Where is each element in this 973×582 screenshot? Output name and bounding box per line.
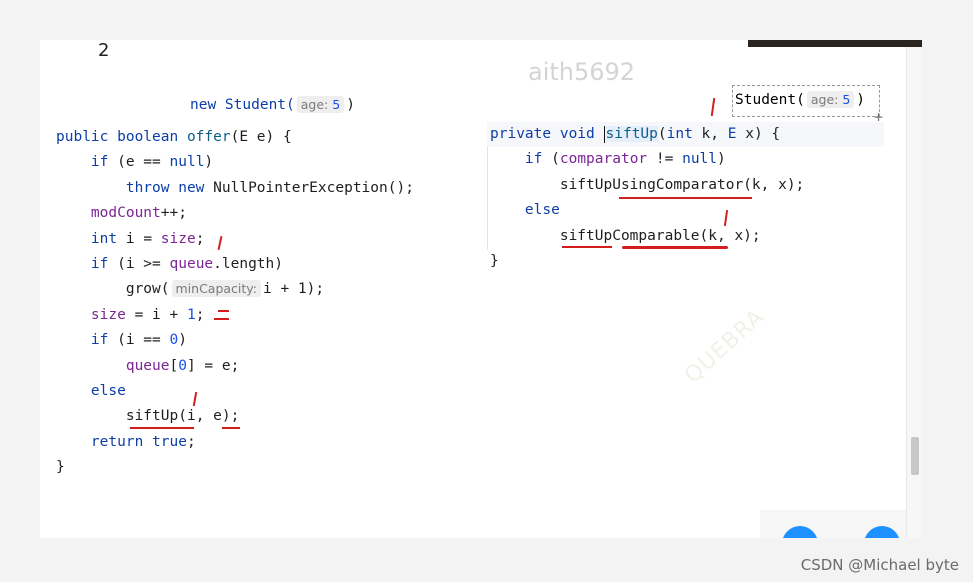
code-line: grow(minCapacity: i + 1); [125, 280, 325, 298]
code-line: else [90, 383, 126, 400]
text-caret [603, 125, 605, 143]
code-line: else [524, 202, 560, 219]
code-line: siftUpUsingComparator(k, x); [559, 176, 805, 193]
code-line: private void siftUp(int k, E x) { [490, 125, 781, 143]
footer-credit: CSDN @Michael byte [800, 556, 959, 574]
code-line: throw new NullPointerException(); [125, 179, 414, 196]
student-hint-popup: Student(age: 5) [732, 85, 880, 117]
scroll-thumb[interactable] [911, 437, 919, 475]
code-line: if (comparator != null) [524, 151, 726, 168]
code-line: } [490, 253, 499, 270]
param-hint: age: 5 [296, 96, 345, 113]
annotation-underline-siftup-r [562, 246, 612, 248]
student-call-top: new Student(age: 5) [190, 93, 355, 118]
annotation-underline-e [222, 427, 240, 429]
annotation-mark-2 [214, 318, 229, 320]
code-line: return true; [90, 433, 196, 450]
code-line: if (i == 0) [90, 332, 187, 349]
student-call-right: Student(age: 5) [735, 91, 866, 108]
annotation-mark-4 [710, 97, 716, 117]
annotation-underline-comparable [622, 246, 728, 249]
annotation-underline-comparator [619, 197, 752, 199]
student-suffix: ) [346, 97, 355, 113]
param-hint: age: 5 [806, 91, 855, 108]
code-line: } [56, 459, 65, 476]
annotation-mark-2b [218, 310, 229, 312]
vertical-scrollbar[interactable] [906, 47, 922, 538]
param-hint: minCapacity: [171, 280, 262, 298]
code-line: queue[0] = e; [125, 357, 240, 374]
code-line: modCount++; [90, 205, 187, 222]
code-line: int i = size; [90, 230, 205, 247]
student-prefix: new Student( [190, 97, 295, 113]
watermark: aith5692 [528, 58, 636, 86]
annotation-underline-siftup [130, 427, 194, 429]
code-line: if (e == null) [90, 154, 214, 171]
page-number: 2 [98, 40, 110, 61]
video-overlay-strip [748, 40, 922, 47]
faint-watermark: QUEBRA [680, 304, 770, 389]
crosshair-cursor-icon: + [874, 108, 884, 126]
editor-frame: 2 aith5692 QUEBRA new Student(age: 5) pu… [40, 40, 922, 538]
code-line: if (i >= queue.length) [90, 256, 283, 273]
code-line: size = i + 1; [90, 306, 205, 323]
code-line: public boolean offer(E e) { [56, 129, 292, 145]
indent-guide [487, 146, 488, 250]
